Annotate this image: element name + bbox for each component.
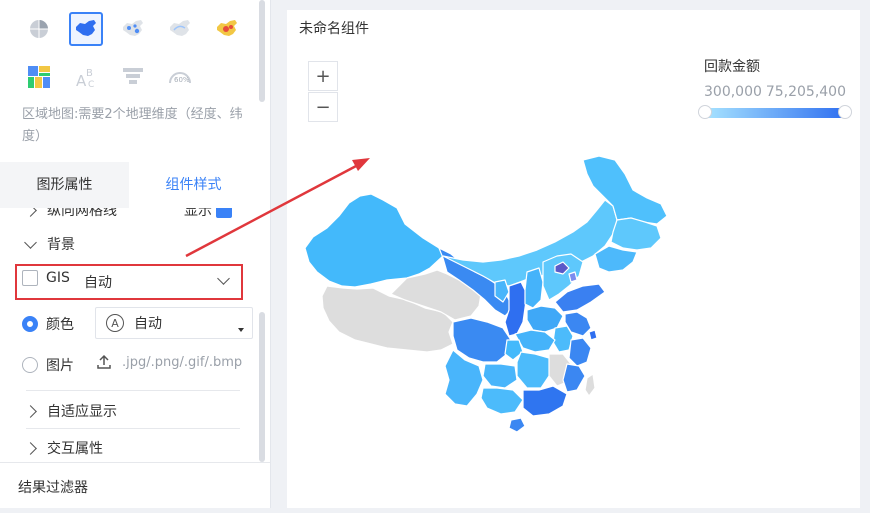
gis-row: GIS [22, 270, 70, 286]
funnel-icon[interactable] [116, 60, 150, 94]
background-section-label: 背景 [47, 237, 75, 253]
svg-text:C: C [88, 80, 94, 89]
chevron-right-icon [24, 404, 37, 418]
legend-gradient-bar[interactable] [698, 105, 852, 119]
gis-select-value: 自动 [84, 275, 112, 291]
tab-component-style[interactable]: 组件样式 [129, 162, 258, 208]
gauge-icon-text: 60% [174, 76, 190, 84]
vertical-gridline-value: 显示 [184, 208, 212, 218]
dropdown-caret-icon [238, 328, 244, 332]
word-cloud-icon[interactable]: ABC [69, 60, 103, 94]
gis-select[interactable]: 自动 [78, 266, 238, 298]
lower-scrollbar[interactable] [259, 312, 265, 462]
map-region-tianjin[interactable] [568, 271, 578, 283]
map-region-hainan[interactable] [508, 417, 526, 433]
adaptive-display-section[interactable]: 自适应显示 [24, 401, 117, 421]
vertical-gridline-label: 纵向网格线 [47, 208, 117, 218]
interaction-label: 交互属性 [47, 441, 103, 457]
background-section-header[interactable]: 背景 [24, 234, 75, 254]
map-region-taiwan[interactable] [584, 373, 596, 397]
map-region-guizhou[interactable] [482, 363, 518, 389]
map-region-liaoning[interactable] [594, 245, 638, 273]
image-option-label: 图片 [46, 358, 74, 374]
map-region-guangxi[interactable] [480, 387, 524, 415]
gis-label: GIS [46, 270, 70, 286]
treemap-icon[interactable] [22, 60, 56, 94]
image-option-row: 图片 [22, 355, 74, 375]
upper-scrollbar[interactable] [259, 0, 265, 102]
color-radio[interactable] [22, 316, 38, 332]
tab-graphic-properties[interactable]: 图形属性 [0, 162, 129, 208]
color-option-row: 颜色 [22, 314, 74, 334]
chevron-right-icon [24, 441, 37, 455]
chevron-down-icon [217, 272, 230, 285]
china-region-map-icon[interactable] [69, 12, 103, 46]
chevron-down-icon [24, 235, 37, 249]
legend-min-handle[interactable] [698, 105, 712, 119]
interaction-section[interactable]: 交互属性 [24, 438, 103, 458]
legend-title: 回款金额 [704, 59, 760, 75]
adaptive-display-label: 自适应显示 [47, 404, 117, 420]
vertical-gridline-checkbox[interactable] [216, 208, 232, 218]
property-tabs: 图形属性 组件样式 [0, 162, 258, 208]
chevron-right-icon [24, 208, 37, 217]
widget-card: 未命名组件 + − 回款金额 300,000 75,205,400 [287, 10, 860, 508]
gis-checkbox[interactable] [22, 270, 38, 286]
map-region-guangdong[interactable] [522, 385, 568, 417]
color-select-value: 自动 [134, 316, 162, 332]
map-region-shanghai[interactable] [588, 329, 598, 341]
image-upload-placeholder: .jpg/.png/.gif/.bmp [122, 354, 243, 370]
legend-max-handle[interactable] [838, 105, 852, 119]
flow-map-icon[interactable] [163, 12, 197, 46]
pie-chart-icon[interactable] [22, 12, 56, 46]
map-region-shanxi[interactable] [524, 267, 544, 309]
color-option-label: 颜色 [46, 317, 74, 333]
divider [26, 390, 240, 391]
left-panel: ABC 60% 区域地图:需要2个地理维度（经度、纬度） 图形属性 组件样式 纵… [0, 0, 271, 508]
divider [26, 428, 240, 429]
legend-min-value: 300,000 [704, 84, 762, 100]
image-upload[interactable]: .jpg/.png/.gif/.bmp [96, 354, 242, 370]
auto-color-icon: A [106, 314, 124, 332]
chart-type-hint: 区域地图:需要2个地理维度（经度、纬度） [22, 107, 243, 144]
map-region-xinjiang[interactable] [304, 193, 444, 288]
map-region-sichuan[interactable] [452, 317, 512, 363]
gauge-icon[interactable]: 60% [163, 60, 197, 94]
point-map-icon[interactable] [116, 12, 150, 46]
svg-text:B: B [86, 68, 93, 79]
upload-icon [97, 354, 111, 369]
vertical-gridline-row: 纵向网格线 显示 [0, 208, 258, 218]
color-select[interactable]: A 自动 [95, 307, 253, 339]
map-region-zhejiang[interactable] [568, 337, 592, 367]
image-radio[interactable] [22, 357, 38, 373]
map-region-fujian[interactable] [562, 363, 586, 393]
map-region-hunan[interactable] [516, 351, 550, 389]
heat-map-icon[interactable] [210, 12, 244, 46]
legend-max-value: 75,205,400 [765, 84, 846, 100]
result-filter-section[interactable]: 结果过滤器 [0, 462, 270, 508]
